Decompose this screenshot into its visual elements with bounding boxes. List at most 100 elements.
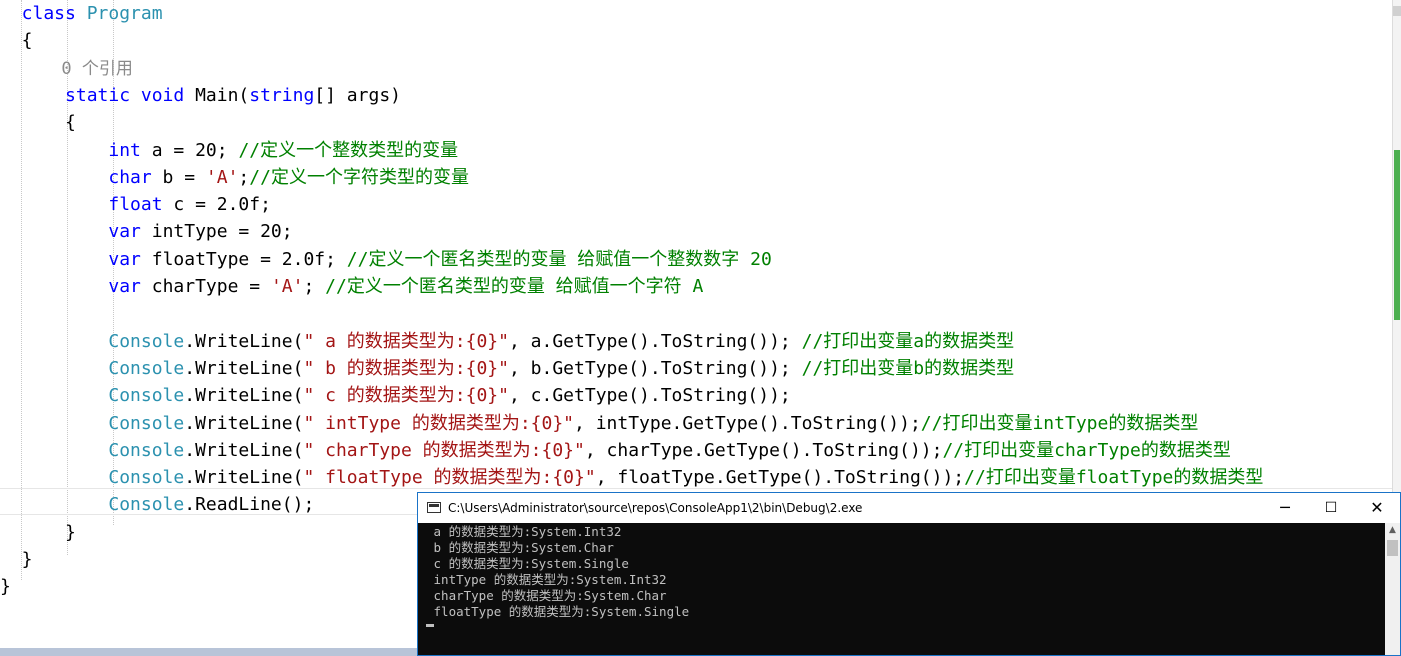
code-token: ; [303,276,326,297]
code-token: Console [0,467,185,489]
code-token: , b.GetType().ToString()); [509,357,802,379]
code-line[interactable]: { [0,109,76,136]
code-token: .WriteLine( [184,467,304,489]
code-token: var [0,248,141,270]
code-token: //定义一个匿名类型的变量 给赋值一个整数数字 20 [346,248,772,270]
code-line[interactable]: } [0,546,33,573]
code-token: var [0,221,141,243]
code-line[interactable]: var floatType = 2.0f; //定义一个匿名类型的变量 给赋值一… [0,246,772,273]
code-token: ; [238,166,250,188]
code-token: .WriteLine( [184,357,304,379]
code-token: //定义一个字符类型的变量 [249,166,469,188]
code-token: " a 的数据类型为:{0}" [303,330,509,352]
console-title-bar[interactable]: C:\Users\Administrator\source\repos\Cons… [418,493,1400,523]
code-token: 'A' [205,166,239,188]
code-token: .ReadLine(); [184,494,315,516]
code-line[interactable]: Console.WriteLine(" floatType 的数据类型为:{0}… [0,464,1263,491]
scroll-up-arrow-icon[interactable]: ▲ [1385,525,1400,535]
console-output-line: intType 的数据类型为:System.Int32 [426,572,667,587]
code-token: float [0,194,163,216]
code-line[interactable]: } [0,573,11,600]
code-line[interactable]: var intType = 20; [0,218,293,245]
code-token: //打印出变量intType的数据类型 [920,412,1199,434]
code-token: intType = 20; [140,221,293,243]
code-token: b = [151,166,206,188]
code-token: .WriteLine( [184,412,304,434]
console-window[interactable]: C:\Users\Administrator\source\repos\Cons… [417,492,1401,656]
code-line[interactable]: char b = 'A';//定义一个字符类型的变量 [0,164,469,191]
code-token: floatType = 2.0f; [140,248,347,270]
code-token: Console [0,494,185,516]
code-line[interactable]: Console.ReadLine(); [0,491,314,518]
code-line[interactable]: Console.WriteLine(" b 的数据类型为:{0}", b.Get… [0,355,1014,382]
code-token: //定义一个匿名类型的变量 给赋值一个字符 A [325,276,704,297]
code-token: " charType 的数据类型为:{0}" [303,439,585,461]
code-line[interactable]: } [0,519,76,546]
code-line[interactable]: { [0,27,33,54]
code-line[interactable]: Console.WriteLine(" a 的数据类型为:{0}", a.Get… [0,328,1014,355]
console-output-line: a 的数据类型为:System.Int32 [426,524,622,539]
console-output-line: charType 的数据类型为:System.Char [426,588,667,603]
console-output: a 的数据类型为:System.Int32 b 的数据类型为:System.Ch… [418,523,1385,655]
code-token: " c 的数据类型为:{0}" [303,385,509,407]
code-token: //定义一个整数类型的变量 [238,139,459,161]
code-token: c = 2.0f; [162,194,271,216]
code-token: Console [0,385,185,407]
code-token: " floatType 的数据类型为:{0}" [303,467,596,489]
code-token: [] args) [314,84,401,106]
code-line[interactable]: int a = 20; //定义一个整数类型的变量 [0,137,458,164]
reference-count-lens[interactable]: 0 个引用 [0,59,132,79]
code-line[interactable]: var charType = 'A'; //定义一个匿名类型的变量 给赋值一个字… [0,273,703,300]
code-token: Console [0,357,185,379]
editor-horizontal-scrollbar[interactable] [0,648,420,656]
code-token: , c.GetType().ToString()); [509,385,791,407]
code-token: Program [86,3,163,24]
code-token: //打印出变量charType的数据类型 [942,439,1231,461]
console-scroll-thumb[interactable] [1387,540,1398,556]
code-token: char [0,166,152,188]
code-token: class [0,3,87,24]
console-title: C:\Users\Administrator\source\repos\Cons… [448,501,863,515]
code-line[interactable]: static void Main(string[] args) [0,82,401,109]
code-token: } [0,549,33,570]
code-token: charType = [140,276,271,297]
code-token: a = 20; [140,139,239,161]
code-line[interactable]: Console.WriteLine(" charType 的数据类型为:{0}"… [0,437,1231,464]
code-token: , floatType.GetType().ToString()); [595,467,965,489]
code-line[interactable]: Console.WriteLine(" intType 的数据类型为:{0}",… [0,410,1198,437]
maximize-button[interactable]: ☐ [1308,493,1354,523]
code-line[interactable]: float c = 2.0f; [0,191,271,218]
scroll-thumb[interactable] [1393,6,1401,16]
console-output-line: b 的数据类型为:System.Char [426,540,614,555]
close-button[interactable]: ✕ [1354,493,1400,523]
code-token: .WriteLine( [184,385,304,407]
code-token: 'A' [270,276,304,297]
code-token: , intType.GetType().ToString()); [574,412,921,434]
console-app-icon [427,502,441,513]
code-line[interactable]: Console.WriteLine(" c 的数据类型为:{0}", c.Get… [0,382,791,409]
code-token: Console [0,330,185,352]
code-token: " intType 的数据类型为:{0}" [303,412,575,434]
console-output-line: c 的数据类型为:System.Single [426,556,629,571]
code-token: , a.GetType().ToString()); [509,330,802,352]
code-token: } [0,576,11,598]
code-token: Main( [195,84,250,106]
code-token: .WriteLine( [184,330,304,352]
console-scrollbar[interactable]: ▲ [1385,523,1400,655]
code-line[interactable]: class Program [0,0,163,27]
code-token: , charType.GetType().ToString()); [584,439,943,461]
change-marker [1394,150,1400,320]
code-token: .WriteLine( [184,439,304,461]
code-token: } [0,521,76,543]
console-cursor [426,624,434,627]
code-token: Console [0,412,185,434]
code-token: { [0,112,76,134]
code-token: static void [0,84,196,106]
code-token: int [0,139,141,161]
code-token: { [0,30,33,52]
minimize-button[interactable]: ─ [1262,493,1308,523]
code-token: var [0,276,141,297]
code-token: //打印出变量a的数据类型 [801,330,1015,352]
code-line[interactable]: 0 个引用 [0,55,132,82]
code-token: " b 的数据类型为:{0}" [303,357,509,379]
